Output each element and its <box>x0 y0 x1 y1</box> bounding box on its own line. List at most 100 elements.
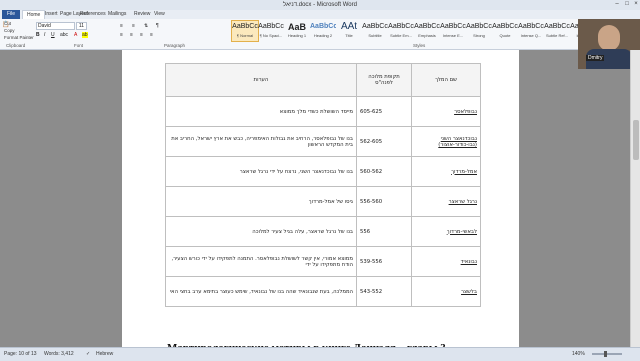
style-sample: AaBbCc <box>310 23 336 30</box>
minimize-button[interactable]: – <box>612 1 622 8</box>
ribbon: 📋 Cut Copy Format Painter Clipboard Davi… <box>0 19 640 69</box>
justify-icon[interactable]: ≡ <box>150 32 153 38</box>
cut-button[interactable]: Cut <box>4 21 11 26</box>
reign-years-cell: 605-625 <box>356 96 412 127</box>
word-count[interactable]: Words: 3,412 <box>44 351 74 357</box>
king-name-cell[interactable]: בלשצר <box>411 276 481 307</box>
window-title: דניאל.docx - Microsoft Word <box>283 2 357 8</box>
king-name-cell[interactable]: נבופלאסר <box>411 96 481 127</box>
font-size-select[interactable]: 11 <box>76 22 87 30</box>
format-painter-button[interactable]: Format Painter <box>4 35 34 40</box>
style-sample: AaBbCc <box>388 23 414 30</box>
style-sample: AaBbCc <box>544 23 570 30</box>
tab-mailings[interactable]: Mailings <box>108 10 126 19</box>
reign-years-cell: 556 <box>356 216 412 247</box>
style-name: Subtle Ref... <box>545 33 568 38</box>
strikethrough-button[interactable]: abc <box>60 32 68 38</box>
reign-years-cell: 556-560 <box>356 186 412 217</box>
style-tile[interactable]: AaBbCc Subtle Em... <box>388 21 414 41</box>
align-right-icon[interactable]: ≡ <box>140 32 143 38</box>
king-name-cell[interactable]: אמל-מרדוך <box>411 156 481 187</box>
notes-cell: בנו של נבוכדנאצר השני, נרצח על ידי נרגל … <box>165 156 357 187</box>
close-button[interactable]: × <box>631 1 640 8</box>
notes-cell: בנו של נרגל שראצר, עלה בגיל צעיר למלוכה <box>165 216 357 247</box>
style-tile[interactable]: AaB Heading 1 <box>284 21 310 41</box>
italic-button[interactable]: I <box>44 32 45 38</box>
style-tile[interactable]: AaBbCc Intense E... <box>440 21 466 41</box>
document-page[interactable]: שם המלך תקופת מלוכה לפנה"ס הערות נבופלאס… <box>122 50 519 360</box>
style-sample: AaBbCc <box>440 23 466 30</box>
status-bar: Page: 10 of 13 Words: 3,412 ✓ Hebrew 140… <box>0 347 640 361</box>
tab-home[interactable]: Home <box>22 10 46 19</box>
notes-cell: ממוצא אמורי, אין קשר לשושלת נבופלאסר. הת… <box>165 246 357 277</box>
clipboard-group-label: Clipboard <box>6 43 26 48</box>
font-name-select[interactable]: David <box>36 22 75 30</box>
style-sample: AaBbCc <box>362 23 388 30</box>
zoom-level[interactable]: 140% <box>572 351 585 357</box>
proofing-icon[interactable]: ✓ <box>86 351 90 357</box>
notes-cell: בנו של נבופלאסר, הרחיב את גבולות האימפרי… <box>165 126 357 157</box>
style-tile[interactable]: AaBbCc Strong <box>466 21 492 41</box>
tab-file[interactable]: File <box>2 10 21 19</box>
bold-button[interactable]: B <box>36 32 40 38</box>
style-sample: AaB <box>287 22 306 32</box>
style-name: ¶ Normal <box>236 33 254 38</box>
vertical-scrollbar[interactable] <box>630 50 640 347</box>
header-reign-years: תקופת מלוכה לפנה"ס <box>356 63 412 97</box>
king-name-cell[interactable]: לבאשי-מרדוך <box>411 216 481 247</box>
tab-view[interactable]: View <box>154 10 165 19</box>
style-tile[interactable]: AaBbCc Heading 2 <box>310 21 336 41</box>
king-name-cell[interactable]: נבונאיד <box>411 246 481 277</box>
font-color-button[interactable]: A <box>74 32 77 38</box>
webcam-caption: Dmitry <box>586 55 605 61</box>
notes-cell: מייסד השושלת כשדי מלך ממוצא <box>165 96 357 127</box>
style-name: Heading 2 <box>313 33 333 38</box>
table-row: נרגל שראצר 556-560 גיסו של אמל-מרדוך <box>165 186 481 217</box>
align-center-icon[interactable]: ≡ <box>130 32 133 38</box>
font-group-label: Font <box>74 43 84 48</box>
scrollbar-thumb[interactable] <box>633 120 639 160</box>
style-sample: AaBbCc <box>258 23 284 30</box>
reign-years-cell: 562-605 <box>356 126 412 157</box>
zoom-slider-handle[interactable] <box>604 351 607 357</box>
style-sample: AaBbCc <box>232 23 258 30</box>
copy-button[interactable]: Copy <box>4 28 15 33</box>
tab-review[interactable]: Review <box>134 10 150 19</box>
style-tile[interactable]: AaBbCc Emphasis <box>414 21 440 41</box>
bullets-icon[interactable]: ≡ <box>120 23 123 29</box>
style-sample: AaBbCc <box>518 23 544 30</box>
style-name: ¶ No Spaci... <box>259 33 283 38</box>
page-count[interactable]: Page: 10 of 13 <box>4 351 37 357</box>
notes-cell: גיסו של אמל-מרדוך <box>165 186 357 217</box>
style-tile[interactable]: AaBbCc Subtle Ref... <box>544 21 570 41</box>
reign-years-cell: 560-562 <box>356 156 412 187</box>
king-name-cell[interactable]: נרגל שראצר <box>411 186 481 217</box>
zoom-slider[interactable] <box>592 353 622 355</box>
numbering-icon[interactable]: ≡ <box>132 23 135 29</box>
show-formatting-icon[interactable]: ¶ <box>156 23 159 29</box>
tab-insert[interactable]: Insert <box>45 10 58 19</box>
kings-table: שם המלך תקופת מלוכה לפנה"ס הערות נבופלאס… <box>165 63 481 307</box>
style-name: Emphasis <box>418 33 436 38</box>
style-name: Heading 1 <box>287 33 307 38</box>
table-row: בלשצר 543-552 הממלכה, בעת שנבונאיד שהה בנו… <box>165 276 481 307</box>
style-tile[interactable]: AaBbCc Quote <box>492 21 518 41</box>
sort-icon[interactable]: ⇅ <box>144 23 148 29</box>
style-tile[interactable]: AaBbCc ¶ Normal <box>231 20 259 42</box>
table-row: לבאשי-מרדוך 556 בנו של נרגל שראצר, עלה בגי… <box>165 216 481 247</box>
style-sample: AaBbCc <box>414 23 440 30</box>
style-tile[interactable]: AaBbCc Intense Q... <box>518 21 544 41</box>
align-left-icon[interactable]: ≡ <box>120 32 123 38</box>
style-name: Intense E... <box>442 33 464 38</box>
style-tile[interactable]: AaBbCc ¶ No Spaci... <box>258 21 284 41</box>
king-name-cell[interactable]: נבוכדנאצר השני (נבו-כודור-אוצור) <box>411 126 481 157</box>
style-sample: AaBbCc <box>466 23 492 30</box>
underline-button[interactable]: U <box>51 32 55 38</box>
tab-references[interactable]: References <box>80 10 106 19</box>
style-name: Strong <box>473 33 485 38</box>
language-indicator[interactable]: Hebrew <box>96 351 113 357</box>
style-tile[interactable]: AAt Title <box>336 21 362 41</box>
person-face <box>598 25 620 51</box>
style-tile[interactable]: AaBbCc Subtitle <box>362 21 388 41</box>
highlight-button[interactable]: ab <box>82 32 88 38</box>
